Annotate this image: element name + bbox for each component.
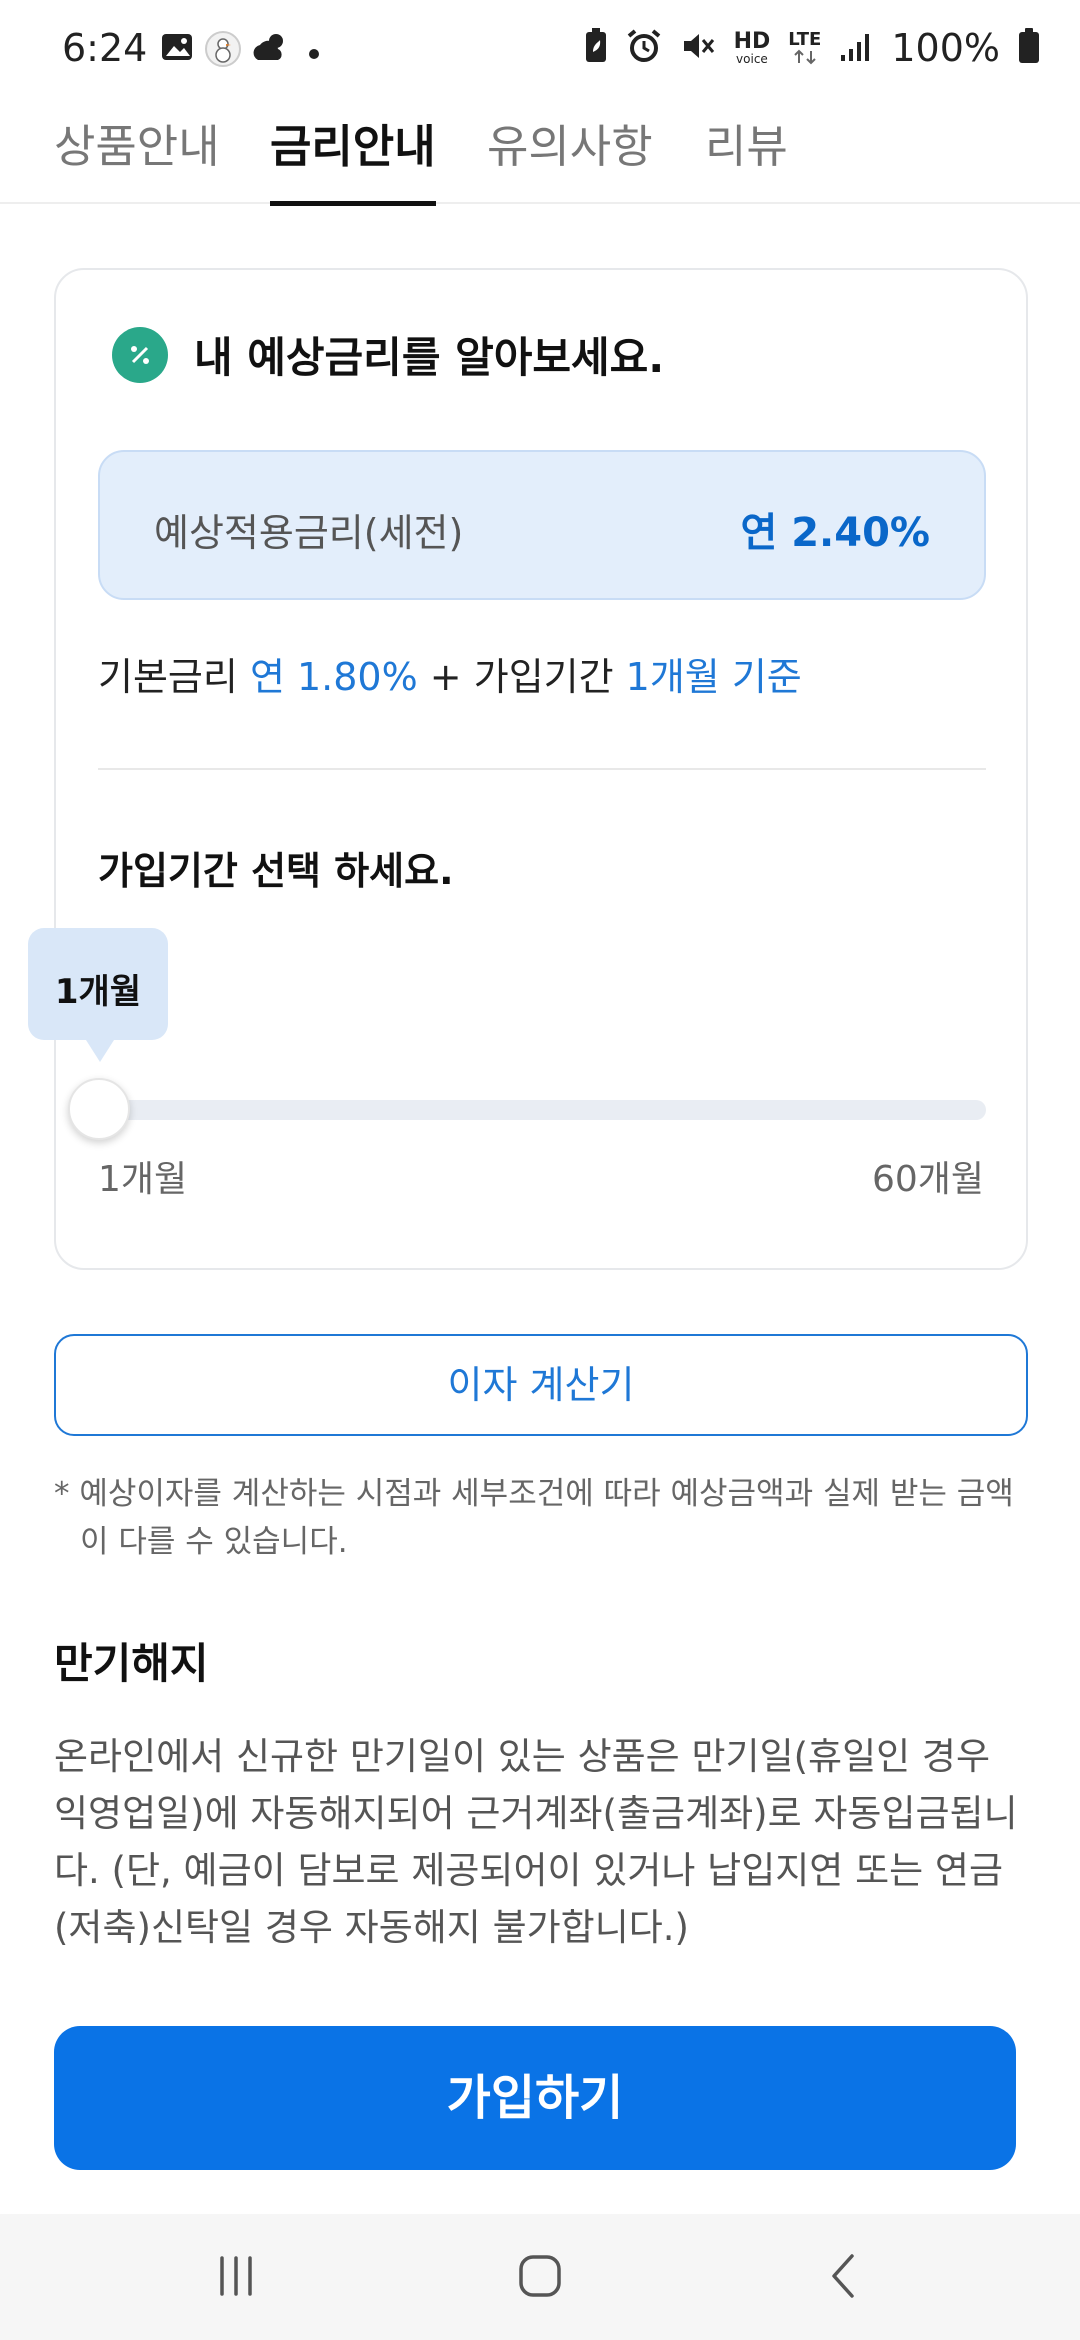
hd-voice-icon: HD voice — [733, 29, 771, 66]
status-time: 6:24 — [62, 26, 148, 70]
rate-formula: 기본금리 연 1.80% + 가입기간 1개월 기준 — [98, 646, 802, 701]
signal-icon — [839, 29, 873, 67]
disclaimer-note: * 예상이자를 계산하는 시점과 세부조건에 따라 예상금액과 실제 받는 금액… — [54, 1476, 1014, 1560]
period-label: 가입기간 — [473, 655, 614, 699]
tab-review[interactable]: 리뷰 — [705, 110, 788, 202]
gallery-icon — [160, 30, 194, 68]
alarm-icon — [626, 28, 662, 68]
slider-max-label: 60개월 — [871, 1159, 984, 1200]
snowman-icon — [204, 30, 242, 72]
slider-min-label: 1개월 — [98, 1159, 188, 1200]
maturity-description: 온라인에서 신규한 만기일이 있는 상품은 만기일(휴일인 경우 익영업일)에 … — [54, 1735, 1018, 1949]
base-rate-value: 연 1.80% — [249, 655, 418, 699]
battery-icon — [1018, 28, 1040, 68]
expected-rate-box: 예상적용금리(세전) 연 2.40% — [98, 450, 986, 600]
period-slider-thumb[interactable] — [68, 1078, 130, 1140]
expected-rate-value: 연 2.40% — [740, 510, 931, 556]
battery-saver-icon — [584, 28, 608, 68]
rate-card-title: 내 예상금리를 알아보세요. — [194, 333, 665, 382]
plus-sign: + — [429, 655, 462, 699]
rate-card: 내 예상금리를 알아보세요. 예상적용금리(세전) 연 2.40% 기본금리 연… — [28, 268, 1028, 1270]
network-label: LTE — [788, 29, 822, 50]
maturity-title: 만기해지 — [54, 1639, 209, 1688]
tab-bar: 상품안내 금리안내 유의사항 리뷰 — [0, 100, 1080, 206]
weather-icon — [250, 30, 290, 68]
divider — [98, 768, 986, 770]
battery-percent: 100% — [891, 26, 1000, 70]
period-slider-track[interactable] — [98, 1100, 986, 1120]
expected-rate-label: 예상적용금리(세전) — [154, 511, 464, 555]
tab-rate-info[interactable]: 금리안내 — [270, 110, 436, 206]
notification-dot-icon — [308, 45, 320, 64]
recent-apps-icon[interactable] — [206, 2246, 266, 2306]
system-nav-bar — [0, 2214, 1080, 2340]
base-rate-label: 기본금리 — [98, 655, 238, 699]
status-icons: HD voice LTE 100% — [584, 26, 1040, 70]
rate-card-header: 내 예상금리를 알아보세요. — [112, 324, 664, 385]
status-bar: 6:24 HD voice LTE 100% — [0, 0, 1080, 100]
period-value: 1개월 기준 — [625, 655, 802, 699]
tab-notice[interactable]: 유의사항 — [487, 110, 653, 202]
back-icon[interactable] — [814, 2246, 874, 2306]
app-screen: 6:24 HD voice LTE 100% 상품안내 금리안내 유의사항 리뷰… — [0, 0, 1080, 2340]
period-select-title: 가입기간 선택 하세요. — [98, 849, 454, 893]
lte-icon: LTE — [788, 31, 821, 65]
slider-value-label: 1개월 — [54, 972, 142, 1012]
home-icon[interactable] — [510, 2246, 570, 2306]
percent-icon — [112, 326, 168, 383]
tab-product-info[interactable]: 상품안내 — [54, 110, 220, 202]
mute-icon — [680, 28, 716, 68]
slider-value-tooltip: 1개월 — [28, 928, 168, 1062]
interest-calculator-button[interactable]: 이자 계산기 — [54, 1334, 1028, 1436]
join-button[interactable]: 가입하기 — [54, 2026, 1016, 2170]
